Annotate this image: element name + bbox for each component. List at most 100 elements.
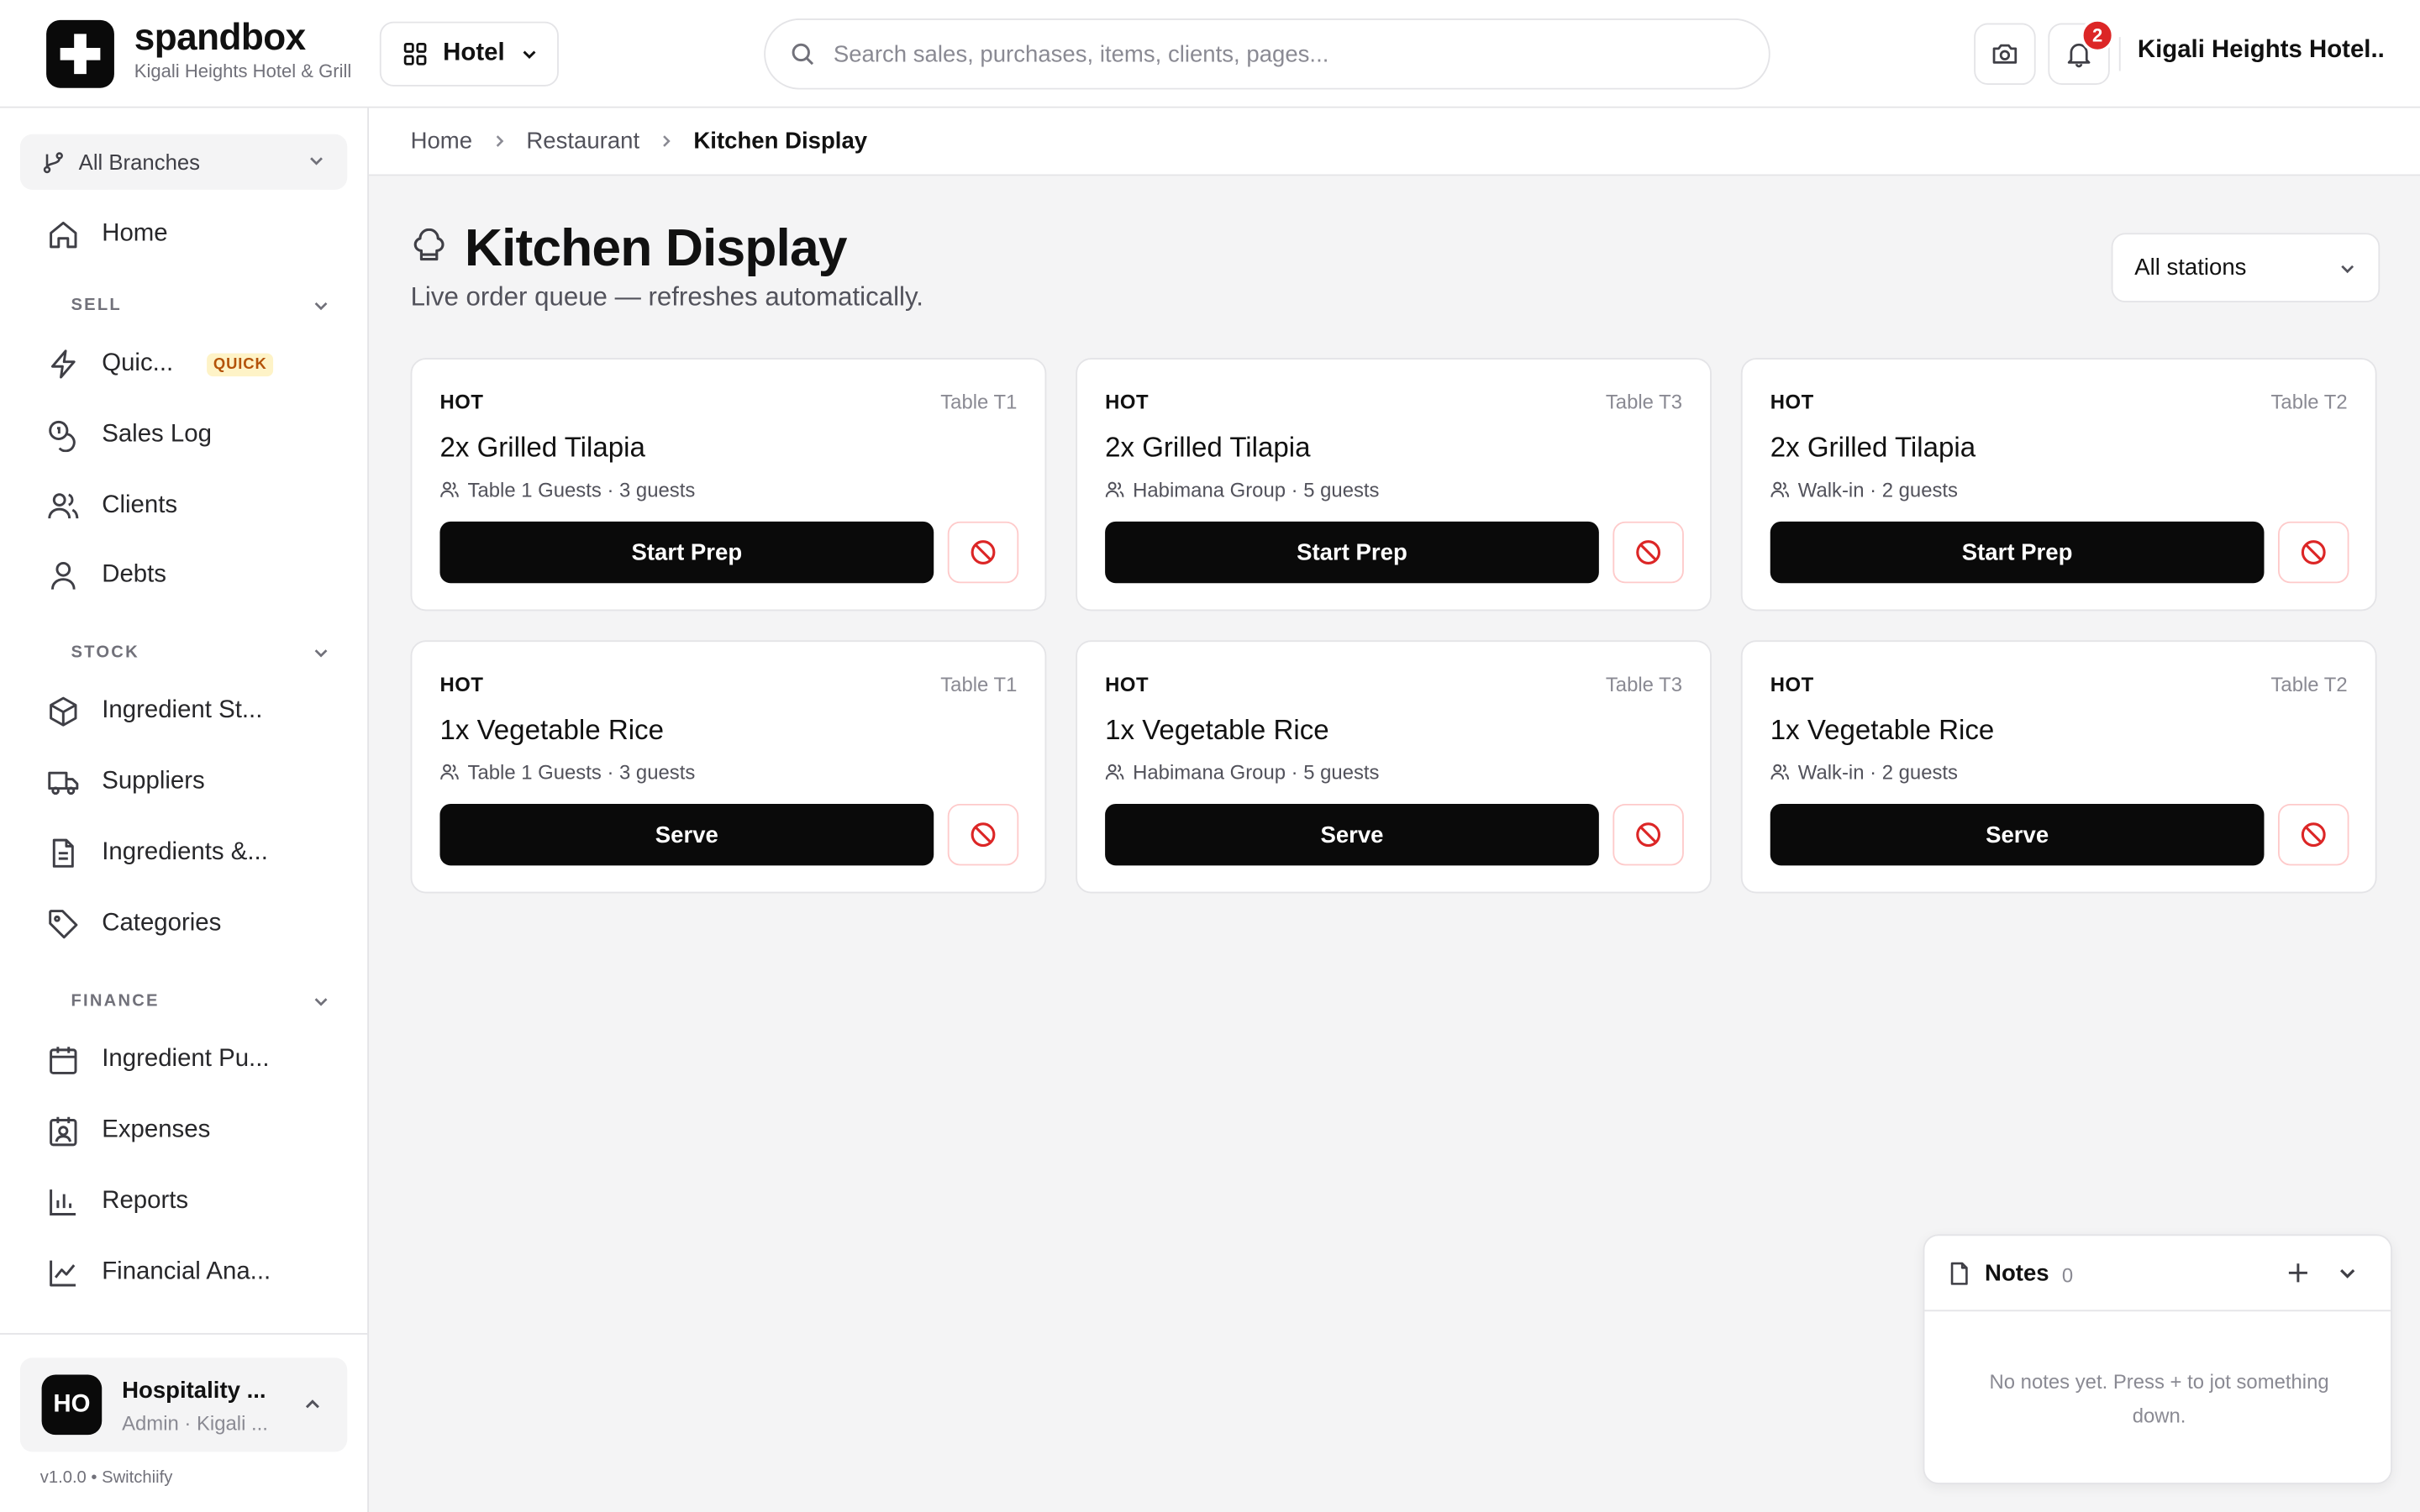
grid-icon (403, 42, 427, 66)
app-version: v1.0.0 • Switchiify (39, 1468, 173, 1488)
cancel-order-button[interactable] (2278, 521, 2349, 584)
order-guests: Habimana Group · 5 guests (1105, 478, 1379, 501)
calendar-icon (50, 1047, 77, 1074)
breadcrumb-current: Kitchen Display (693, 128, 868, 155)
breadcrumb-restaurant[interactable]: Restaurant (526, 128, 639, 154)
order-station: HOT (1770, 672, 1814, 696)
users-icon (440, 481, 459, 497)
order-action-button[interactable]: Start Prep (1105, 521, 1599, 584)
order-table: Table T1 (940, 390, 1018, 414)
page-subtitle: Live order queue — refreshes automatical… (410, 282, 923, 312)
sidebar-item-sales-log[interactable]: Sales Log (46, 412, 339, 458)
user-profile-card[interactable]: HO Hospitality ... Admin · Kigali ... (19, 1357, 348, 1452)
sidebar-item-financial-analytics[interactable]: Financial Ana... (46, 1250, 339, 1296)
order-action-button[interactable]: Start Prep (1770, 521, 2265, 584)
sidebar-item-quick-sale[interactable]: Quic... QUICK (46, 341, 339, 387)
order-guests: Walk-in · 2 guests (1770, 761, 1958, 784)
account-menu[interactable]: Kigali Heights Hotel... (2138, 37, 2385, 65)
ban-icon (971, 822, 996, 848)
order-card: HOT Table T1 2x Grilled Tilapia Table 1 Gue… (410, 358, 1047, 612)
ban-icon (1636, 540, 1661, 564)
sidebar-item-suppliers[interactable]: Suppliers (46, 759, 339, 806)
order-table: Table T2 (2270, 390, 2348, 414)
cancel-order-button[interactable] (2278, 803, 2349, 866)
users-icon (1105, 481, 1124, 497)
tag-icon (49, 910, 78, 939)
breadcrumb: Home Restaurant Kitchen Display (368, 108, 2420, 176)
order-action-button[interactable]: Start Prep (439, 521, 934, 584)
git-branch-icon (43, 151, 63, 173)
page-title: Kitchen Display (464, 218, 848, 278)
section-sell[interactable]: SELL (71, 297, 330, 315)
coins-icon (49, 420, 76, 453)
cancel-order-button[interactable] (947, 803, 1019, 866)
plus-logo-icon (60, 34, 101, 75)
station-filter-select[interactable]: All stations (2111, 233, 2381, 303)
section-finance[interactable]: FINANCE (71, 992, 330, 1011)
section-stock[interactable]: STOCK (71, 643, 330, 662)
order-item: 1x Vegetable Rice (439, 714, 664, 746)
sidebar-item-ingredient-stock[interactable]: Ingredient St... (46, 688, 339, 734)
branch-label: All Branches (78, 150, 201, 175)
chevron-down-icon (314, 998, 328, 1006)
home-icon (50, 221, 77, 249)
order-station: HOT (1770, 390, 1814, 414)
avatar: HO (41, 1374, 103, 1436)
search-input[interactable] (833, 40, 1769, 67)
module-switcher[interactable]: Hotel (379, 21, 559, 87)
order-item: 1x Vegetable Rice (1105, 714, 1329, 746)
order-station: HOT (439, 672, 484, 696)
order-table: Table T2 (2270, 672, 2348, 696)
users-icon (48, 493, 79, 519)
global-search[interactable] (764, 18, 1770, 90)
notifications-button[interactable]: 2 (2048, 18, 2115, 86)
order-action-button[interactable]: Serve (439, 803, 934, 866)
user-name: Hospitality ... (122, 1378, 266, 1404)
order-card: HOT Table T3 1x Vegetable Rice Habimana Gro… (1076, 640, 1712, 894)
ban-icon (971, 540, 996, 564)
module-label: Hotel (443, 39, 505, 66)
camera-button[interactable] (1974, 23, 2036, 86)
sidebar-item-ingredient-purchases[interactable]: Ingredient Pu... (46, 1037, 339, 1083)
search-icon (792, 43, 814, 66)
sidebar-item-categories[interactable]: Categories (46, 901, 339, 948)
notes-count: 0 (2061, 1263, 2074, 1287)
ban-icon (2301, 540, 2326, 564)
order-action-button[interactable]: Serve (1105, 803, 1599, 866)
breadcrumb-home[interactable]: Home (411, 128, 472, 154)
order-card: HOT Table T3 2x Grilled Tilapia Habimana Gr… (1076, 358, 1712, 612)
user-icon (50, 561, 76, 590)
cancel-order-button[interactable] (1612, 803, 1684, 866)
notes-panel: Notes 0 No notes yet. Press + to jot som… (1923, 1234, 2392, 1484)
notification-badge: 2 (2080, 18, 2115, 53)
order-guests-label: Walk-in · 2 guests (1797, 478, 1959, 501)
branch-selector[interactable]: All Branches (19, 134, 348, 190)
brand-logo[interactable] (46, 19, 114, 88)
chevron-right-icon (663, 135, 671, 147)
cancel-order-button[interactable] (1612, 521, 1684, 584)
sidebar-item-debts[interactable]: Debts (46, 553, 339, 599)
ban-icon (2301, 822, 2326, 848)
chevron-down-icon[interactable] (2337, 1262, 2359, 1284)
sidebar-item-home[interactable]: Home (46, 212, 339, 258)
file-text-icon (52, 838, 74, 868)
users-icon (440, 764, 459, 780)
sidebar-item-ingredients[interactable]: Ingredients &... (46, 830, 339, 876)
order-guests: Habimana Group · 5 guests (1105, 761, 1379, 784)
sidebar-item-clients[interactable]: Clients (46, 483, 339, 529)
order-table: Table T3 (1605, 390, 1683, 414)
chevron-right-icon (496, 135, 504, 147)
order-action-button[interactable]: Serve (1770, 803, 2265, 866)
quick-badge: QUICK (207, 352, 274, 376)
chevron-down-icon (523, 50, 536, 60)
sidebar-item-expenses[interactable]: Expenses (46, 1108, 339, 1154)
line-chart-icon (50, 1260, 76, 1287)
chevron-up-icon (305, 1399, 319, 1409)
brand-name: spandbox (134, 17, 306, 59)
cancel-order-button[interactable] (947, 521, 1019, 584)
add-note-icon[interactable] (2284, 1259, 2312, 1287)
notes-header: Notes 0 (1924, 1236, 2391, 1312)
order-item: 2x Grilled Tilapia (1105, 432, 1311, 464)
sidebar-item-reports[interactable]: Reports (46, 1179, 339, 1225)
lightning-icon (50, 349, 76, 379)
